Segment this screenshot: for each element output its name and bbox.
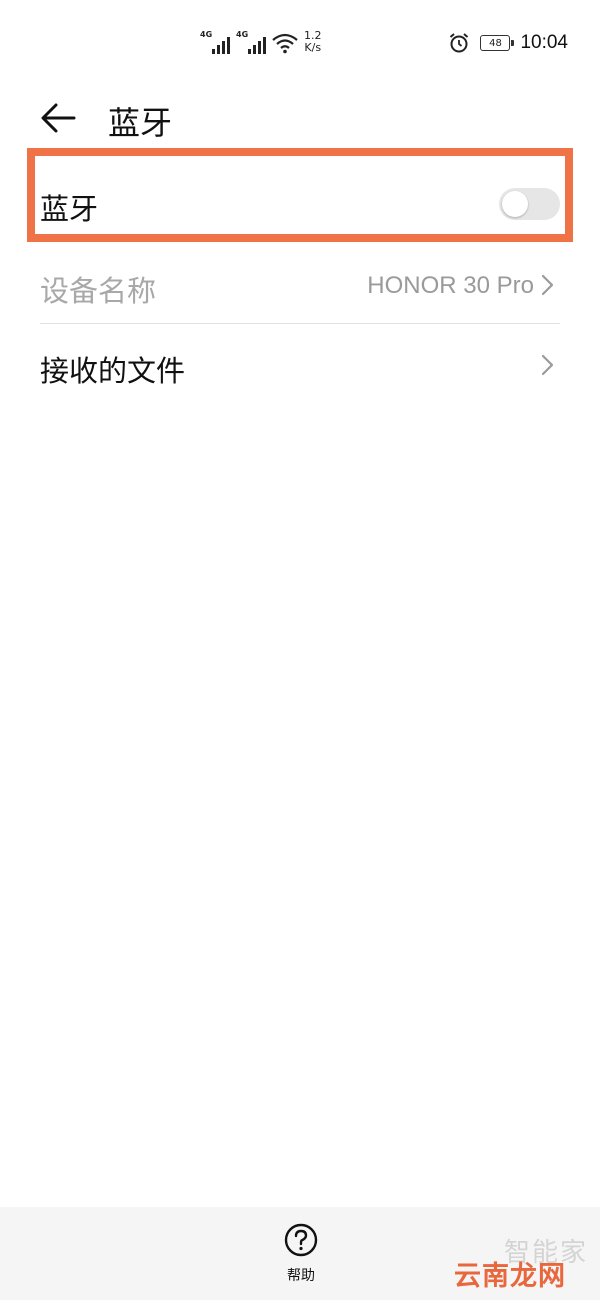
chevron-right-icon (541, 354, 554, 376)
divider (40, 323, 560, 324)
bluetooth-toggle[interactable] (499, 188, 560, 220)
page-title: 蓝牙 (108, 104, 173, 142)
battery-icon: 48 (480, 35, 515, 51)
received-files-label: 接收的文件 (40, 354, 186, 388)
question-circle-icon (284, 1223, 318, 1257)
app-bar: 蓝牙 (0, 90, 600, 146)
signal-icon: 4G (236, 30, 266, 54)
wifi-icon (272, 33, 298, 54)
toggle-knob (502, 191, 528, 217)
device-name-value: HONOR 30 Pro (367, 272, 534, 299)
network-type-1: 4G (200, 30, 213, 39)
network-indicators: 4G 4G 1.2 K/s (200, 30, 322, 54)
bluetooth-label: 蓝牙 (40, 192, 99, 226)
highlight-box (27, 148, 573, 242)
device-name-label: 设备名称 (40, 274, 157, 308)
chevron-right-icon (541, 274, 554, 296)
clock: 10:04 (520, 32, 568, 53)
battery-level: 48 (489, 37, 502, 49)
alarm-icon (450, 33, 469, 53)
help-button[interactable]: 帮助 (278, 1223, 324, 1285)
help-label: 帮助 (287, 1268, 315, 1284)
network-speed: 1.2 K/s (304, 30, 322, 54)
status-bar: 4G 4G 1.2 K/s 48 10:04 (0, 0, 600, 90)
arrow-left-icon[interactable] (40, 102, 76, 134)
speed-unit: K/s (304, 41, 322, 54)
watermark-line2: 云南龙网 (454, 1261, 566, 1292)
network-type-2: 4G (236, 30, 249, 39)
status-right: 48 10:04 (448, 32, 568, 54)
signal-icon: 4G (200, 30, 230, 54)
